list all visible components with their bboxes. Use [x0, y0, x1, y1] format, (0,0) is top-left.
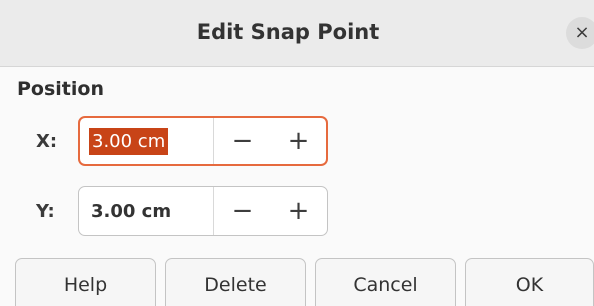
x-spinbox: 3.00 cm − +	[78, 116, 328, 166]
x-value-field[interactable]: 3.00 cm	[89, 118, 169, 164]
y-label: Y:	[36, 201, 55, 222]
plus-icon: +	[287, 196, 310, 226]
close-button[interactable]: ×	[566, 17, 594, 49]
x-label: X:	[36, 131, 58, 152]
minus-icon: −	[231, 196, 254, 226]
y-value-field[interactable]: 3.00 cm	[91, 187, 171, 235]
minus-icon: −	[231, 126, 254, 156]
x-increment-button[interactable]: +	[270, 118, 327, 164]
ok-button[interactable]: OK	[465, 258, 594, 306]
edit-snap-point-dialog: Edit Snap Point × Position X: 3.00 cm − …	[0, 0, 594, 306]
x-value-selected-text: 3.00 cm	[89, 127, 169, 155]
cancel-button[interactable]: Cancel	[315, 258, 456, 306]
help-button[interactable]: Help	[15, 258, 156, 306]
close-icon: ×	[574, 22, 590, 43]
position-section-label: Position	[17, 78, 104, 100]
x-decrement-button[interactable]: −	[213, 118, 271, 164]
plus-icon: +	[287, 126, 310, 156]
y-spinbox: 3.00 cm − +	[78, 186, 328, 236]
dialog-titlebar: Edit Snap Point ×	[0, 0, 594, 67]
y-decrement-button[interactable]: −	[213, 187, 271, 235]
dialog-title: Edit Snap Point	[196, 20, 380, 44]
delete-button[interactable]: Delete	[165, 258, 306, 306]
y-increment-button[interactable]: +	[270, 187, 327, 235]
